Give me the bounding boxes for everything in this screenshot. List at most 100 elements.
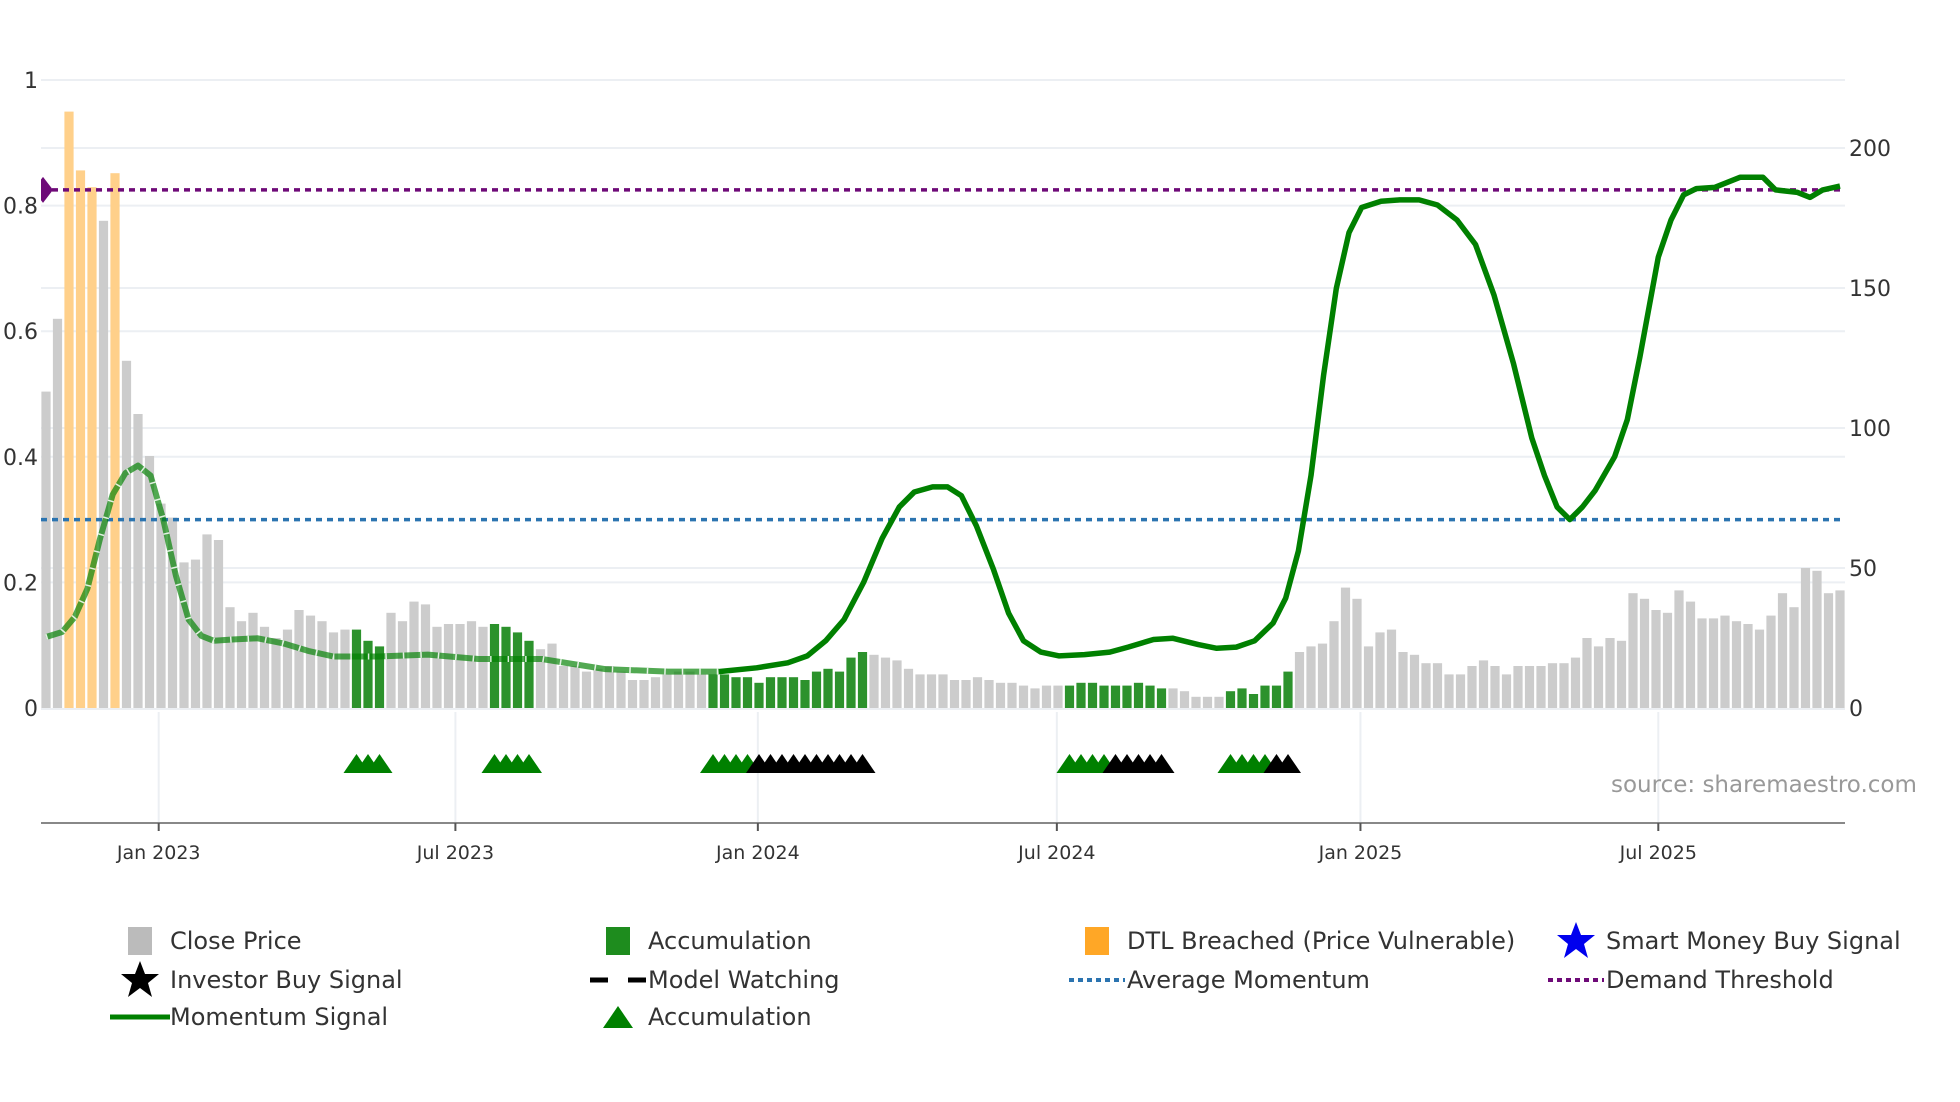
- accumulation-bar: [1133, 682, 1144, 708]
- accumulation-bar: [742, 677, 753, 708]
- legend-item-momentum-signal: Momentum Signal: [110, 1000, 388, 1034]
- close-price-bar: [1478, 660, 1489, 708]
- close-price-bar: [1329, 621, 1339, 708]
- close-price-bar: [1306, 646, 1316, 708]
- accumulation-bar: [1145, 685, 1155, 708]
- close-price-bar: [650, 677, 661, 708]
- close-price-bar: [386, 612, 396, 708]
- black-dashed-line-icon: [590, 977, 646, 983]
- close-price-bar: [1628, 593, 1638, 708]
- legend-item-smart-money: Smart Money Buy Signal: [1557, 922, 1901, 958]
- accumulation-bar: [512, 632, 523, 708]
- close-price-bar: [972, 677, 983, 708]
- close-price-bar: [1041, 685, 1052, 708]
- close-price-bar: [995, 682, 1006, 708]
- y-left-tick-label: 0.6: [3, 320, 38, 345]
- close-price-bar: [1651, 610, 1661, 708]
- legend-item-accumulation-bar: Accumulation: [606, 924, 812, 958]
- accumulation-bar: [1099, 685, 1109, 708]
- close-price-bar: [627, 680, 638, 708]
- close-price-bar: [662, 674, 672, 708]
- momentum-signal-line: [45, 174, 1841, 675]
- close-price-bar: [294, 610, 304, 708]
- x-tick-label: Jan 2023: [116, 842, 201, 864]
- close-price-bar: [984, 680, 994, 708]
- close-price-bar: [236, 621, 247, 708]
- legend-item-investor-buy: Investor Buy Signal: [121, 961, 403, 997]
- close-price-bar: [1524, 666, 1535, 708]
- close-price-bar: [1697, 618, 1707, 708]
- close-price-bar: [466, 621, 477, 708]
- close-price-bar: [926, 674, 937, 708]
- close-price-bar: [1513, 666, 1523, 708]
- close-price-bar: [144, 456, 155, 708]
- legend-item-demand-threshold: Demand Threshold: [1548, 963, 1834, 997]
- close-price-bar: [397, 621, 408, 708]
- close-price-bar: [1559, 663, 1569, 708]
- green-line-icon: [110, 1014, 170, 1020]
- close-price-bar: [1490, 666, 1500, 708]
- close-price-bar: [903, 668, 914, 708]
- close-price-bar: [328, 632, 339, 708]
- accumulation-bar: [351, 629, 362, 708]
- close-price-bar: [1708, 618, 1719, 708]
- accumulation-bar: [1237, 688, 1247, 708]
- close-price-bar: [616, 671, 626, 708]
- accumulation-bar: [1225, 691, 1236, 708]
- close-price-bar: [1766, 615, 1776, 708]
- close-price-bar: [41, 391, 51, 708]
- accumulation-bar: [1064, 685, 1075, 708]
- x-tick-label: Jul 2024: [1017, 842, 1095, 864]
- close-price-bar: [949, 680, 960, 708]
- close-price-bar: [1823, 593, 1834, 708]
- close-price-bar: [1432, 663, 1443, 708]
- accumulation-bar: [834, 671, 845, 708]
- momentum-signal-line-segment: [718, 174, 1841, 675]
- accumulation-bar: [765, 677, 776, 708]
- close-price-bar: [558, 666, 569, 708]
- close-price-bar: [443, 624, 454, 708]
- close-price-bar: [1018, 685, 1029, 708]
- accumulation-bar: [1156, 688, 1167, 708]
- close-price-bar: [121, 360, 132, 708]
- close-price-bar: [133, 414, 143, 708]
- orange-square-icon: [1085, 927, 1109, 955]
- black-star-icon: [121, 961, 159, 997]
- green-square-icon: [606, 927, 630, 955]
- close-price-bar: [1179, 691, 1190, 708]
- close-price-bar: [1455, 674, 1466, 708]
- accumulation-bar: [719, 674, 730, 708]
- y-right-tick-label: 100: [1849, 417, 1891, 442]
- accumulation-bar: [846, 657, 856, 708]
- close-price-bar: [478, 626, 488, 708]
- close-price-bar: [938, 674, 948, 708]
- close-price-bar: [1375, 632, 1385, 708]
- legend-item-close-price: Close Price: [128, 924, 302, 958]
- close-price-bar: [915, 674, 925, 708]
- close-price-bar: [98, 220, 109, 709]
- close-price-bar: [1202, 696, 1213, 708]
- close-price-bar: [1536, 666, 1546, 708]
- close-price-bar: [1570, 657, 1581, 708]
- y-right-tick-label: 150: [1849, 277, 1891, 302]
- blue-star-icon: [1557, 922, 1595, 958]
- x-tick-label: Jul 2023: [416, 842, 494, 864]
- close-price-bar: [1467, 666, 1477, 708]
- legend-item-accumulation-marker: Accumulation: [603, 1000, 812, 1034]
- close-price-bar: [673, 671, 684, 708]
- close-price-bar: [1191, 696, 1201, 708]
- accumulation-bar: [731, 677, 741, 708]
- close-price-bar: [1547, 663, 1558, 708]
- close-price-bar: [1582, 638, 1592, 708]
- close-price-bar: [1720, 615, 1730, 708]
- source-label: source: sharemaestro.com: [1611, 772, 1917, 798]
- close-price-bar: [892, 660, 902, 708]
- legend-item-average-momentum: Average Momentum: [1069, 963, 1370, 997]
- y-right-tick-label: 200: [1849, 137, 1891, 162]
- close-price-bar: [1363, 646, 1374, 708]
- y-right-tick-label: 0: [1849, 697, 1863, 722]
- close-price-bar: [1386, 629, 1397, 708]
- close-price-bar: [1674, 590, 1684, 708]
- x-tick-label: Jan 2025: [1318, 842, 1403, 864]
- close-price-bar: [1662, 612, 1673, 708]
